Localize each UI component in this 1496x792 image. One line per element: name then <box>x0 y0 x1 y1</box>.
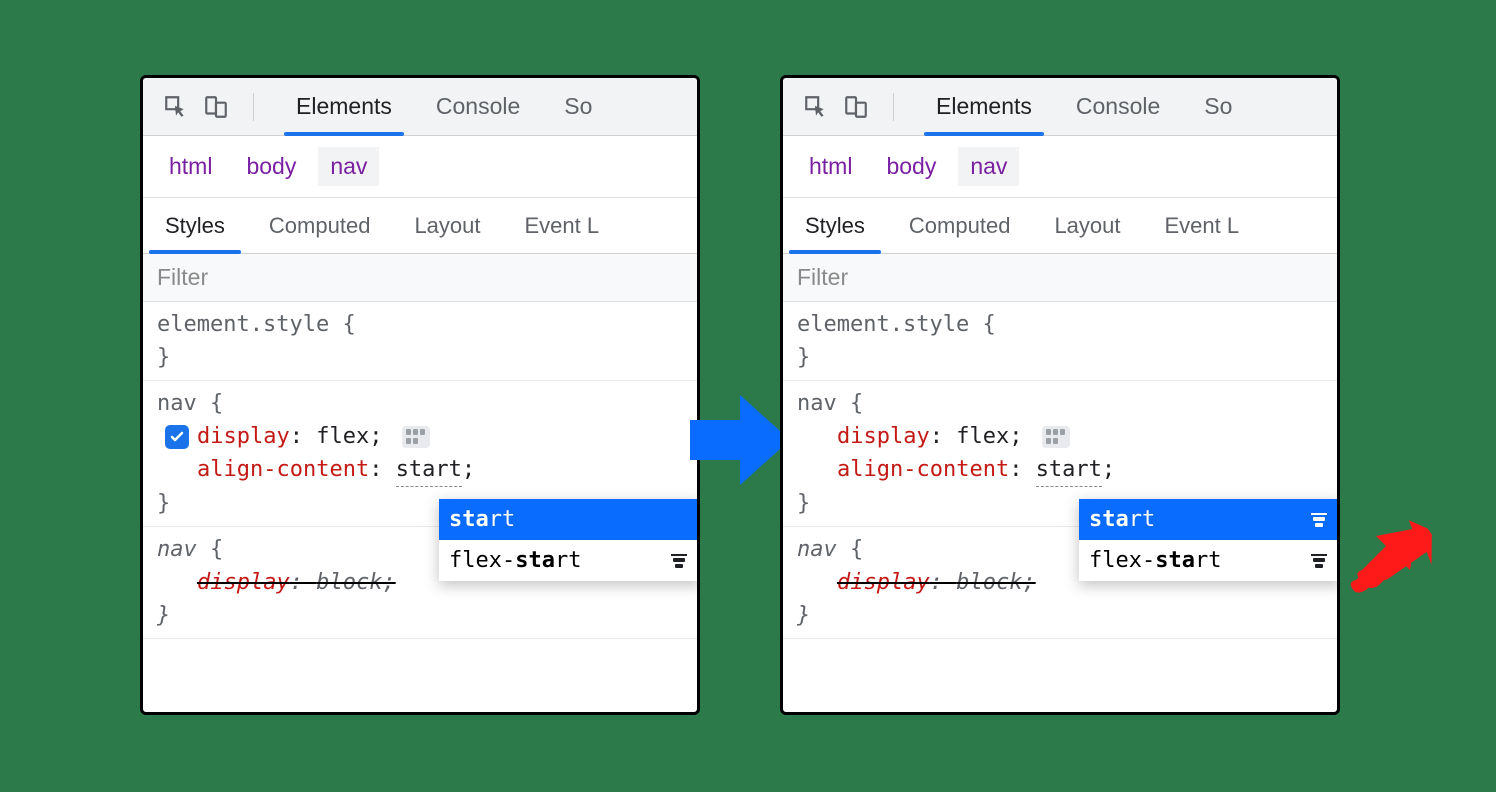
selector-nav: nav { <box>157 391 223 416</box>
selector-ua-nav: nav { <box>157 537 223 562</box>
subtabs: Styles Computed Layout Event L <box>143 198 697 254</box>
top-tabs: Elements Console So <box>914 78 1254 135</box>
align-start-icon <box>667 551 691 571</box>
flex-badge-icon[interactable] <box>1042 426 1070 448</box>
close-brace: } <box>797 345 810 370</box>
toolbar: Elements Console So <box>143 78 697 136</box>
autocomplete-item-flex-start[interactable]: flex-start <box>439 540 700 581</box>
selector-element-style: element.style { <box>797 312 996 337</box>
breadcrumb: html body nav <box>783 136 1337 198</box>
device-toggle-icon[interactable] <box>843 94 869 120</box>
subtab-computed[interactable]: Computed <box>887 198 1033 253</box>
inspect-icon[interactable] <box>163 94 189 120</box>
subtab-computed[interactable]: Computed <box>247 198 393 253</box>
tab-sources-cropped[interactable]: So <box>1182 78 1254 135</box>
element-style-block[interactable]: element.style { } <box>783 302 1337 381</box>
autocomplete-dropdown: start flex-start <box>1079 499 1340 581</box>
close-brace: } <box>797 491 810 516</box>
rule-checkbox-icon[interactable] <box>165 425 189 449</box>
rule-align-content[interactable]: align-content: start; <box>157 453 687 487</box>
toolbar: Elements Console So <box>783 78 1337 136</box>
filter-input[interactable]: Filter <box>143 254 697 302</box>
crumb-body[interactable]: body <box>234 147 308 186</box>
rule-display-flex[interactable]: display: flex; <box>157 420 687 453</box>
close-brace: } <box>157 603 170 628</box>
toolbar-icons <box>783 78 914 135</box>
crumb-html[interactable]: html <box>797 147 864 186</box>
tab-console[interactable]: Console <box>1054 78 1182 135</box>
toolbar-divider <box>253 93 254 121</box>
crumb-nav[interactable]: nav <box>318 147 379 186</box>
close-brace: } <box>157 491 170 516</box>
nav-rule-block[interactable]: nav { display: flex; align-content: star… <box>143 381 697 527</box>
subtab-event-listeners-cropped[interactable]: Event L <box>503 198 622 253</box>
crumb-body[interactable]: body <box>874 147 948 186</box>
autocomplete-dropdown: start flex-start <box>439 499 700 581</box>
selector-element-style: element.style { <box>157 312 356 337</box>
crumb-nav[interactable]: nav <box>958 147 1019 186</box>
subtab-styles[interactable]: Styles <box>143 198 247 253</box>
toolbar-icons <box>143 78 274 135</box>
filter-input[interactable]: Filter <box>783 254 1337 302</box>
tab-sources-cropped[interactable]: So <box>542 78 614 135</box>
rule-align-content[interactable]: align-content: start; <box>797 453 1327 487</box>
devtools-panel-after: Elements Console So html body nav Styles… <box>780 75 1340 715</box>
rule-display-flex[interactable]: display: flex; <box>797 420 1327 453</box>
close-brace: } <box>157 345 170 370</box>
tab-console[interactable]: Console <box>414 78 542 135</box>
autocomplete-item-start[interactable]: start <box>439 499 700 540</box>
subtab-layout[interactable]: Layout <box>1032 198 1142 253</box>
autocomplete-item-start[interactable]: start <box>1079 499 1340 540</box>
tab-elements[interactable]: Elements <box>274 78 414 135</box>
inspect-icon[interactable] <box>803 94 829 120</box>
subtabs: Styles Computed Layout Event L <box>783 198 1337 254</box>
top-tabs: Elements Console So <box>274 78 614 135</box>
autocomplete-item-flex-start[interactable]: flex-start <box>1079 540 1340 581</box>
subtab-styles[interactable]: Styles <box>783 198 887 253</box>
tab-elements[interactable]: Elements <box>914 78 1054 135</box>
selector-nav: nav { <box>797 391 863 416</box>
selector-ua-nav: nav { <box>797 537 863 562</box>
devtools-panel-before: Elements Console So html body nav Styles… <box>140 75 700 715</box>
subtab-event-listeners-cropped[interactable]: Event L <box>1143 198 1262 253</box>
subtab-layout[interactable]: Layout <box>392 198 502 253</box>
red-pointer-arrow-icon <box>1348 508 1438 603</box>
align-start-icon <box>1307 551 1331 571</box>
crumb-html[interactable]: html <box>157 147 224 186</box>
flex-badge-icon[interactable] <box>402 426 430 448</box>
breadcrumb: html body nav <box>143 136 697 198</box>
device-toggle-icon[interactable] <box>203 94 229 120</box>
element-style-block[interactable]: element.style { } <box>143 302 697 381</box>
toolbar-divider <box>893 93 894 121</box>
align-start-icon <box>1307 510 1331 530</box>
nav-rule-block[interactable]: nav { display: flex; align-content: star… <box>783 381 1337 527</box>
close-brace: } <box>797 603 810 628</box>
